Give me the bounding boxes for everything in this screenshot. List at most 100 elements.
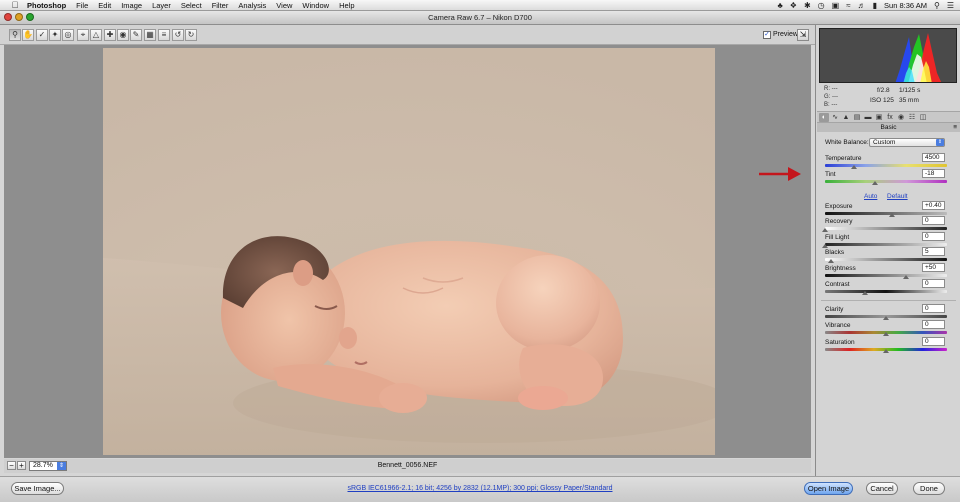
contrast-slider-track[interactable]: [825, 290, 947, 293]
dropbox-icon[interactable]: ❖: [790, 1, 797, 10]
exposure-value[interactable]: +0.40: [922, 201, 945, 210]
red-eye-tool-icon[interactable]: ◉: [117, 29, 129, 41]
red-annotation-arrow-icon: [759, 167, 801, 181]
temperature-slider-thumb[interactable]: [851, 165, 858, 169]
spot-removal-tool-icon[interactable]: ✚: [104, 29, 116, 41]
zoom-tool-icon[interactable]: ⚲: [9, 29, 21, 41]
time-machine-icon[interactable]: ◷: [818, 1, 825, 10]
newborn-baby-photo: [103, 48, 715, 455]
tab-hsl-icon[interactable]: ▤: [852, 113, 862, 122]
histogram-graph: [895, 33, 942, 82]
panel-menu-icon[interactable]: ≡: [953, 123, 957, 132]
hand-tool-icon[interactable]: ✋: [22, 29, 34, 41]
menu-image[interactable]: Image: [116, 0, 147, 11]
fill-light-label: Fill Light: [825, 234, 850, 241]
blacks-slider-thumb[interactable]: [828, 259, 835, 263]
image-filename: Bennett_0056.NEF: [377, 462, 438, 469]
tab-camera-calibration-icon[interactable]: ◉: [896, 113, 906, 122]
blacks-value[interactable]: 5: [922, 247, 945, 256]
saturation-value[interactable]: 0: [922, 337, 945, 346]
tab-split-toning-icon[interactable]: ▬: [863, 113, 873, 122]
zoom-bar: − + 28.7% ⇕ Bennett_0056.NEF: [4, 459, 811, 473]
apple-icon[interactable]: : [8, 0, 22, 10]
color-sampler-tool-icon[interactable]: ✦: [49, 29, 61, 41]
rotate-counterclockwise-icon[interactable]: ↺: [172, 29, 184, 41]
tab-snapshots-icon[interactable]: ◫: [918, 113, 928, 122]
menu-file[interactable]: File: [71, 0, 93, 11]
auto-link[interactable]: Auto: [864, 193, 877, 200]
clock[interactable]: Sun 8:36 AM: [884, 1, 927, 10]
temperature-value[interactable]: 4500: [922, 153, 945, 162]
clarity-value[interactable]: 0: [922, 304, 945, 313]
tint-value[interactable]: -18: [922, 169, 945, 178]
contrast-slider-thumb[interactable]: [862, 291, 869, 295]
fullscreen-toggle-icon[interactable]: ⇲: [797, 29, 809, 41]
saturation-slider-thumb[interactable]: [883, 349, 889, 353]
clarity-label: Clarity: [825, 306, 844, 313]
tab-lens-corrections-icon[interactable]: ▣: [874, 113, 884, 122]
preferences-icon[interactable]: ≡: [158, 29, 170, 41]
green-readout: G: ---: [824, 94, 838, 100]
tab-effects-icon[interactable]: fx: [885, 113, 895, 122]
white-balance-tool-icon[interactable]: ✓: [36, 29, 48, 41]
iso: ISO 125: [870, 97, 894, 104]
spotlight-search-icon[interactable]: ⚲: [934, 1, 940, 10]
open-image-button[interactable]: Open Image: [804, 482, 853, 495]
brightness-slider-thumb[interactable]: [902, 275, 909, 279]
brightness-value[interactable]: +50: [922, 263, 945, 272]
menu-analysis[interactable]: Analysis: [233, 0, 271, 11]
crop-tool-icon[interactable]: ⌖: [77, 29, 89, 41]
tint-slider-thumb[interactable]: [872, 181, 879, 185]
evernote-icon[interactable]: ♣: [778, 1, 783, 10]
bluetooth-icon[interactable]: ✱: [804, 1, 811, 10]
rotate-clockwise-icon[interactable]: ↻: [185, 29, 197, 41]
white-balance-select[interactable]: Custom ⇕: [869, 138, 945, 147]
preview-checkbox[interactable]: ✓: [763, 31, 771, 39]
notification-list-icon[interactable]: ☰: [947, 1, 954, 10]
display-icon[interactable]: ▣: [832, 1, 840, 10]
menu-edit[interactable]: Edit: [93, 0, 116, 11]
exposure-slider-thumb[interactable]: [889, 213, 896, 217]
tab-basic-icon[interactable]: ◐: [819, 112, 829, 122]
recovery-slider-thumb[interactable]: [822, 228, 828, 232]
recovery-value[interactable]: 0: [922, 216, 945, 225]
straighten-tool-icon[interactable]: △: [90, 29, 102, 41]
fill-light-value[interactable]: 0: [922, 232, 945, 241]
tab-detail-icon[interactable]: ▲: [841, 113, 851, 122]
vibrance-value[interactable]: 0: [922, 320, 945, 329]
temperature-slider-track[interactable]: [825, 164, 947, 167]
contrast-value[interactable]: 0: [922, 279, 945, 288]
saturation-label: Saturation: [825, 339, 855, 346]
menu-select[interactable]: Select: [176, 0, 207, 11]
menu-photoshop[interactable]: Photoshop: [22, 0, 71, 11]
blacks-slider-track[interactable]: [825, 258, 947, 261]
contrast-label: Contrast: [825, 281, 850, 288]
wifi-icon[interactable]: ≈: [846, 1, 850, 10]
done-button[interactable]: Done: [913, 482, 945, 495]
battery-icon[interactable]: ▮: [873, 1, 877, 10]
menu-view[interactable]: View: [271, 0, 297, 11]
fill-light-slider-thumb[interactable]: [822, 244, 828, 248]
menu-layer[interactable]: Layer: [147, 0, 176, 11]
recovery-slider-track[interactable]: [825, 227, 947, 230]
photo-preview[interactable]: [103, 48, 715, 455]
clarity-slider-thumb[interactable]: [883, 316, 889, 320]
default-link[interactable]: Default: [887, 193, 908, 200]
tint-slider-track[interactable]: [825, 180, 947, 183]
brightness-slider-track[interactable]: [825, 274, 947, 277]
targeted-adjustment-tool-icon[interactable]: ◎: [62, 29, 74, 41]
menu-help[interactable]: Help: [334, 0, 359, 11]
tab-presets-icon[interactable]: ☷: [907, 113, 917, 122]
fill-light-slider-track[interactable]: [825, 243, 947, 246]
menu-filter[interactable]: Filter: [207, 0, 234, 11]
volume-icon[interactable]: ♬: [858, 1, 866, 10]
tab-tone-curve-icon[interactable]: ∿: [830, 113, 840, 122]
adjustment-brush-tool-icon[interactable]: ✎: [130, 29, 142, 41]
image-canvas[interactable]: [4, 45, 811, 458]
menu-window[interactable]: Window: [297, 0, 334, 11]
exposure-slider-track[interactable]: [825, 212, 947, 215]
graduated-filter-tool-icon[interactable]: ▦: [144, 29, 156, 41]
red-readout: R: ---: [824, 86, 838, 92]
cancel-button[interactable]: Cancel: [866, 482, 898, 495]
vibrance-slider-thumb[interactable]: [883, 332, 889, 336]
